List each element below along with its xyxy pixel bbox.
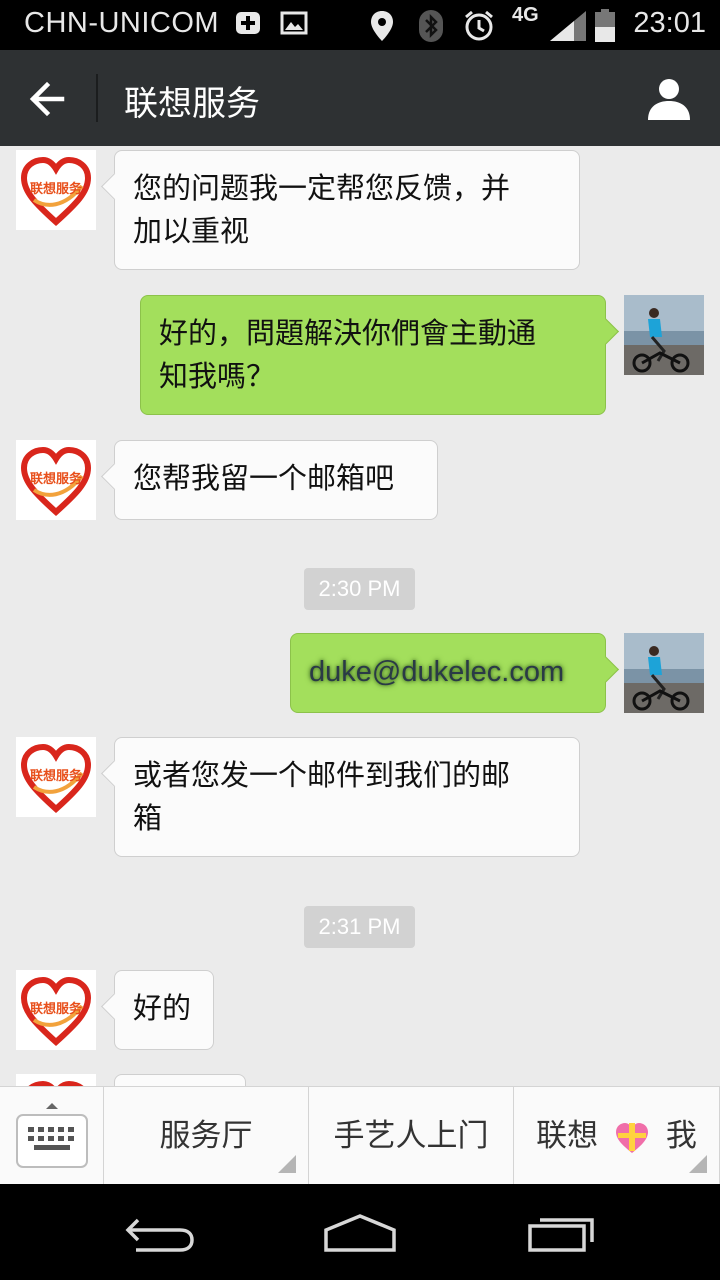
message-text: 您的问题我一定帮您反馈，并 bbox=[133, 171, 511, 205]
service-avatar[interactable]: 联想服务 bbox=[16, 150, 96, 230]
image-icon bbox=[280, 11, 308, 35]
home-nav-icon[interactable] bbox=[322, 1212, 398, 1254]
person-icon[interactable] bbox=[646, 76, 692, 122]
service-logo-icon bbox=[28, 1080, 84, 1086]
keyboard-icon bbox=[16, 1103, 88, 1168]
outgoing-message[interactable]: duke@dukelec.com bbox=[290, 633, 606, 713]
message-timestamp: 2:30 PM bbox=[304, 568, 415, 610]
service-avatar[interactable]: 联想服务 bbox=[16, 440, 96, 520]
incoming-message[interactable]: 您的问题我一定帮您反馈，并 加以重视 bbox=[114, 150, 580, 270]
service-logo-icon: 联想服务 bbox=[20, 976, 92, 1047]
navigation-bar bbox=[0, 1184, 720, 1280]
incoming-message-partial bbox=[114, 1074, 246, 1086]
message-text: 或者您发一个邮件到我们的邮 bbox=[133, 758, 511, 792]
menu-craftsman-visit[interactable]: 手艺人上门 bbox=[309, 1087, 514, 1185]
alarm-icon bbox=[465, 10, 493, 41]
title-divider bbox=[96, 74, 98, 122]
menu-label: 服务厅 bbox=[159, 1118, 253, 1154]
email-address-text: duke@dukelec.com bbox=[309, 656, 565, 688]
svg-text:联想服务: 联想服务 bbox=[30, 1001, 83, 1017]
gift-heart-icon bbox=[616, 1122, 648, 1153]
user-avatar[interactable] bbox=[624, 633, 704, 713]
status-bar: CHN-UNICOM 4G 23:01 bbox=[0, 0, 720, 50]
network-type: 4G bbox=[512, 4, 539, 26]
message-text: 箱 bbox=[133, 801, 163, 835]
carrier-name: CHN-UNICOM bbox=[24, 7, 220, 39]
submenu-indicator-icon bbox=[689, 1155, 707, 1173]
keyboard-toggle-button[interactable] bbox=[0, 1087, 104, 1185]
bottom-menu: 服务厅 手艺人上门 联想 我 bbox=[0, 1086, 720, 1185]
menu-label: 手艺人上门 bbox=[333, 1118, 489, 1154]
service-avatar[interactable]: 联想服务 bbox=[16, 970, 96, 1050]
incoming-message[interactable]: 好的 bbox=[114, 970, 214, 1050]
incoming-message[interactable]: 您帮我留一个邮箱吧 bbox=[114, 440, 438, 520]
plus-box-icon bbox=[236, 12, 260, 34]
incoming-message[interactable]: 或者您发一个邮件到我们的邮 箱 bbox=[114, 737, 580, 857]
page-title: 联想服务 bbox=[124, 84, 260, 124]
outgoing-message[interactable]: 好的，問題解決你們會主動通 知我嗎？ bbox=[140, 295, 606, 415]
menu-label: 联想 bbox=[536, 1118, 599, 1154]
chat-area[interactable]: 联想服务 您的问题我一定帮您反馈，并 加以重视 好的，問題解決你們會主動通 知我… bbox=[0, 146, 720, 1086]
menu-label: 我 bbox=[665, 1118, 697, 1154]
message-text: 您帮我留一个邮箱吧 bbox=[133, 461, 395, 495]
svg-text:联想服务: 联想服务 bbox=[30, 768, 83, 784]
message-text: 好的 bbox=[133, 991, 192, 1025]
user-avatar[interactable] bbox=[624, 295, 704, 375]
location-pin-icon bbox=[371, 11, 393, 41]
service-logo-icon: 联想服务 bbox=[20, 156, 92, 227]
bluetooth-icon bbox=[419, 10, 443, 42]
menu-lenovo-me[interactable]: 联想 我 bbox=[514, 1087, 720, 1185]
message-text: 知我嗎？ bbox=[159, 359, 276, 393]
clock: 23:01 bbox=[633, 7, 706, 39]
message-text: 好的，問題解決你們會主動通 bbox=[159, 316, 537, 350]
message-timestamp: 2:31 PM bbox=[304, 906, 415, 948]
service-logo-icon: 联想服务 bbox=[20, 743, 92, 814]
service-avatar[interactable]: 联想服务 bbox=[16, 737, 96, 817]
svg-text:联想服务: 联想服务 bbox=[30, 471, 83, 487]
recents-nav-icon[interactable] bbox=[526, 1212, 598, 1254]
service-logo-text: 联想服务 bbox=[30, 181, 83, 197]
submenu-indicator-icon bbox=[278, 1155, 296, 1173]
message-text: 加以重视 bbox=[133, 214, 250, 248]
signal-icon bbox=[550, 11, 586, 41]
arrow-left-icon[interactable] bbox=[22, 72, 76, 126]
user-photo-icon bbox=[624, 633, 704, 713]
title-bar: 联想服务 bbox=[0, 50, 720, 146]
back-nav-icon[interactable] bbox=[124, 1212, 196, 1254]
service-avatar-partial bbox=[16, 1074, 96, 1086]
menu-service-hall[interactable]: 服务厅 bbox=[104, 1087, 309, 1185]
service-logo-icon: 联想服务 bbox=[20, 446, 92, 517]
user-photo-icon bbox=[624, 295, 704, 375]
battery-icon bbox=[595, 9, 615, 42]
